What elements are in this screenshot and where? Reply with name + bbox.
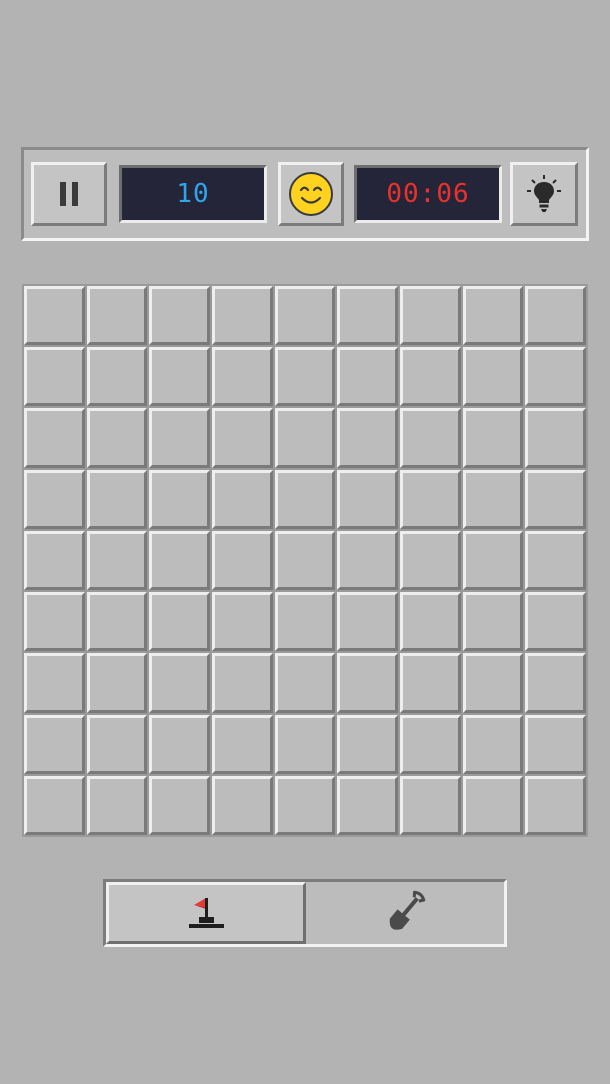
board-cell[interactable]	[212, 592, 273, 652]
status-bar: 10 00:06	[21, 147, 589, 241]
board-cell[interactable]	[86, 530, 148, 591]
board-cell[interactable]	[337, 530, 398, 591]
board-cell[interactable]	[274, 530, 336, 591]
pause-button[interactable]	[31, 162, 107, 226]
board-cell[interactable]	[212, 775, 273, 835]
board-cell[interactable]	[525, 469, 586, 529]
board-cell[interactable]	[525, 592, 586, 652]
board-cell[interactable]	[24, 469, 85, 529]
board-cell[interactable]	[462, 653, 524, 713]
timer: 00:06	[386, 179, 470, 209]
board-cell[interactable]	[86, 347, 148, 407]
board-cell[interactable]	[149, 347, 210, 407]
board-cell[interactable]	[525, 286, 586, 346]
mine-counter: 10	[176, 179, 210, 209]
board-cell[interactable]	[149, 408, 210, 468]
board-cell[interactable]	[462, 469, 524, 529]
board-cell[interactable]	[149, 592, 210, 652]
board-cell[interactable]	[212, 347, 273, 407]
board-cell[interactable]	[525, 653, 586, 713]
board-cell[interactable]	[212, 408, 273, 468]
board-cell[interactable]	[149, 530, 210, 591]
board-cell[interactable]	[24, 286, 85, 346]
board-cell[interactable]	[274, 408, 336, 468]
board-cell[interactable]	[24, 775, 85, 835]
board-cell[interactable]	[337, 775, 398, 835]
minefield-grid	[22, 284, 588, 837]
board-cell[interactable]	[462, 408, 524, 468]
board-cell[interactable]	[24, 714, 85, 774]
board-cell[interactable]	[274, 469, 336, 529]
board-cell[interactable]	[149, 653, 210, 713]
board-cell[interactable]	[149, 714, 210, 774]
board-cell[interactable]	[400, 286, 461, 346]
board-cell[interactable]	[400, 592, 461, 652]
board-cell[interactable]	[212, 530, 273, 591]
timer-display: 00:06	[354, 165, 502, 223]
board-cell[interactable]	[212, 714, 273, 774]
mine-counter-display: 10	[119, 165, 267, 223]
board-cell[interactable]	[24, 592, 85, 652]
board-cell[interactable]	[525, 714, 586, 774]
board-cell[interactable]	[212, 469, 273, 529]
hint-button[interactable]	[510, 162, 578, 226]
board-cell[interactable]	[462, 592, 524, 652]
board-cell[interactable]	[400, 714, 461, 774]
board-cell[interactable]	[86, 653, 148, 713]
board-cell[interactable]	[400, 653, 461, 713]
mode-toggle	[103, 879, 507, 947]
board-cell[interactable]	[86, 408, 148, 468]
board-cell[interactable]	[24, 347, 85, 407]
board-cell[interactable]	[462, 714, 524, 774]
board-cell[interactable]	[400, 530, 461, 591]
board-cell[interactable]	[86, 714, 148, 774]
board-cell[interactable]	[212, 286, 273, 346]
board-cell[interactable]	[24, 408, 85, 468]
board-cell[interactable]	[274, 775, 336, 835]
board-cell[interactable]	[525, 775, 586, 835]
board-cell[interactable]	[149, 286, 210, 346]
board-cell[interactable]	[337, 714, 398, 774]
board-cell[interactable]	[525, 530, 586, 591]
board-cell[interactable]	[86, 775, 148, 835]
dig-mode-button[interactable]	[306, 882, 504, 944]
board-cell[interactable]	[462, 286, 524, 346]
board-cell[interactable]	[86, 286, 148, 346]
board-cell[interactable]	[274, 653, 336, 713]
board-cell[interactable]	[400, 408, 461, 468]
flag-icon	[189, 898, 224, 928]
board-cell[interactable]	[337, 408, 398, 468]
board-cell[interactable]	[149, 775, 210, 835]
board-cell[interactable]	[337, 347, 398, 407]
board-cell[interactable]	[274, 286, 336, 346]
board-cell[interactable]	[462, 530, 524, 591]
board-cell[interactable]	[86, 592, 148, 652]
board-cell[interactable]	[274, 714, 336, 774]
board-cell[interactable]	[525, 408, 586, 468]
board-cell[interactable]	[24, 653, 85, 713]
board-cell[interactable]	[86, 469, 148, 529]
board-cell[interactable]	[462, 775, 524, 835]
board-cell[interactable]	[525, 347, 586, 407]
board-cell[interactable]	[24, 530, 85, 591]
reset-face-button[interactable]	[278, 162, 344, 226]
lightbulb-icon	[527, 175, 561, 212]
board-cell[interactable]	[337, 286, 398, 346]
board-cell[interactable]	[337, 592, 398, 652]
board-cell[interactable]	[212, 653, 273, 713]
pause-icon	[60, 182, 78, 206]
board-cell[interactable]	[337, 469, 398, 529]
board-cell[interactable]	[400, 469, 461, 529]
smiley-face-icon	[289, 172, 333, 216]
board-cell[interactable]	[337, 653, 398, 713]
shovel-icon	[389, 890, 426, 930]
board-cell[interactable]	[400, 347, 461, 407]
board-cell[interactable]	[462, 347, 524, 407]
flag-mode-button[interactable]	[106, 882, 306, 944]
board-cell[interactable]	[274, 347, 336, 407]
board-cell[interactable]	[274, 592, 336, 652]
board-cell[interactable]	[149, 469, 210, 529]
board-cell[interactable]	[400, 775, 461, 835]
